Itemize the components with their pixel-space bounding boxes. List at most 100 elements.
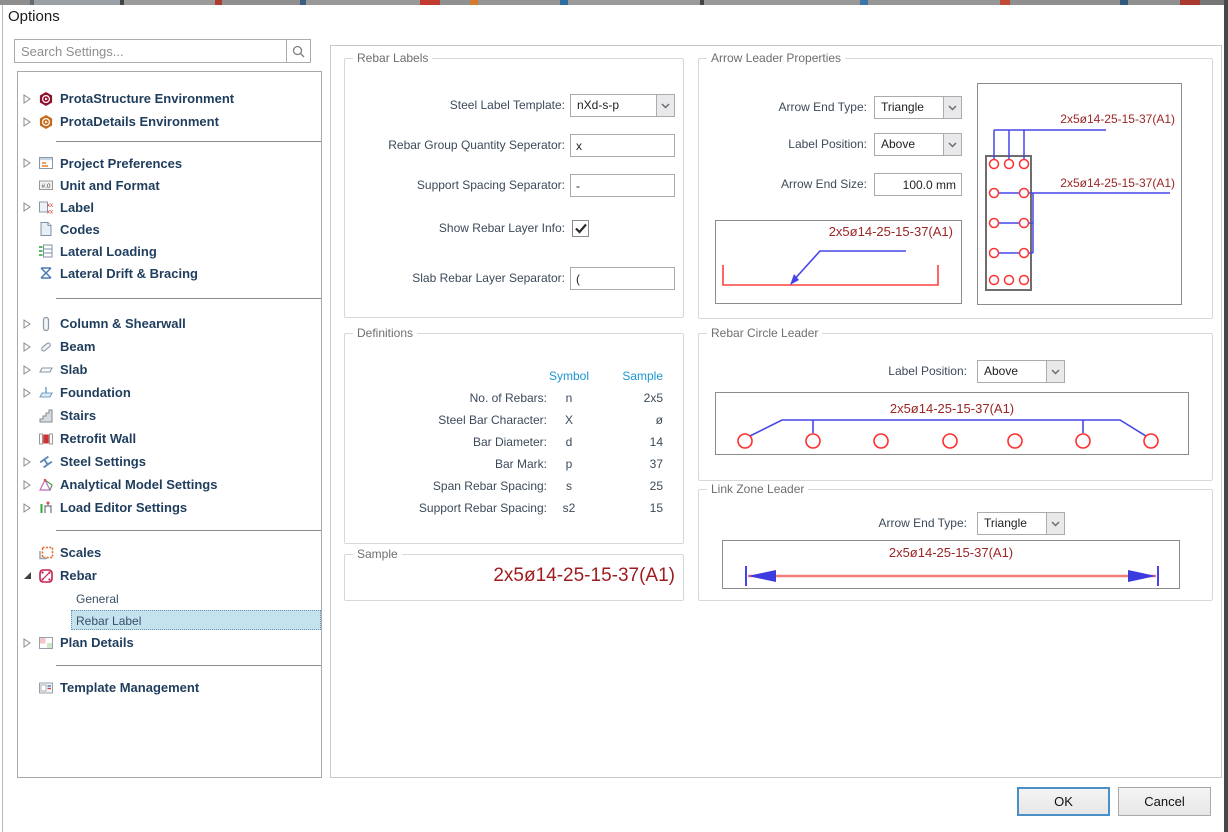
expand-arrow-icon[interactable] xyxy=(23,457,38,467)
support-spacing-separator-input[interactable] xyxy=(570,174,675,197)
steel-label-template-label: Steel Label Template: xyxy=(353,94,565,117)
slab-rebar-layer-separator-input[interactable] xyxy=(570,267,675,290)
sidebar-item-analytical-model-settings[interactable]: Analytical Model Settings xyxy=(18,473,321,496)
sidebar-item-lateral-loading[interactable]: Lateral Loading xyxy=(18,240,321,262)
expand-arrow-icon[interactable] xyxy=(23,503,38,513)
checkmark-icon xyxy=(575,223,587,234)
sidebar-item-rebar[interactable]: Rebar xyxy=(18,564,321,587)
foundation-icon xyxy=(38,385,60,401)
label-icon: xxxx xyxy=(38,199,60,215)
show-rebar-layer-info-checkbox[interactable] xyxy=(572,220,589,237)
retrofit-wall-icon xyxy=(38,431,60,447)
beam-leader-diagram: 2x5ø14-25-15-37(A1) xyxy=(715,220,962,304)
sidebar-item-column-shearwall[interactable]: Column & Shearwall xyxy=(18,312,321,335)
table-row: Bar Mark: p 37 xyxy=(355,453,663,475)
search-button[interactable] xyxy=(286,40,310,62)
sidebar-item-lateral-drift-bracing[interactable]: Lateral Drift & Bracing xyxy=(18,262,321,284)
template-management-icon xyxy=(38,680,60,696)
table-row: Support Rebar Spacing: s2 15 xyxy=(355,497,663,519)
options-dialog: Options ProtaStructure Environment Prota… xyxy=(0,0,1228,832)
sample-group: Sample 2x5ø14-25-15-37(A1) xyxy=(344,554,684,601)
background-app-sliver-top xyxy=(0,0,1228,5)
chevron-down-icon[interactable] xyxy=(656,95,674,116)
sidebar-item-scales[interactable]: Scales xyxy=(18,541,321,564)
expand-arrow-icon[interactable] xyxy=(23,319,38,329)
scales-icon xyxy=(38,545,60,561)
collapse-arrow-icon[interactable] xyxy=(23,571,38,580)
expand-arrow-icon[interactable] xyxy=(23,365,38,375)
sidebar-item-rebar-general[interactable]: General xyxy=(18,587,321,609)
selected-tree-item[interactable]: Rebar Label xyxy=(71,610,321,630)
expand-arrow-icon[interactable] xyxy=(23,117,38,127)
expand-arrow-icon[interactable] xyxy=(23,202,38,212)
lateral-drift-bracing-icon xyxy=(38,265,60,281)
slab-rebar-layer-separator-label: Slab Rebar Layer Separator: xyxy=(353,267,565,290)
table-row: Steel Bar Character: X ø xyxy=(355,409,663,431)
arrow-end-type-label: Arrow End Type: xyxy=(707,96,867,119)
circle-label-position-select[interactable]: Above xyxy=(977,360,1065,383)
quantity-separator-input[interactable] xyxy=(570,134,675,157)
column-shearwall-icon xyxy=(38,316,60,332)
expand-arrow-icon[interactable] xyxy=(23,388,38,398)
sidebar-item-retrofit-wall[interactable]: Retrofit Wall xyxy=(18,427,321,450)
sidebar-item-load-editor-settings[interactable]: Load Editor Settings xyxy=(18,496,321,519)
search-input[interactable] xyxy=(15,40,286,62)
sidebar-item-beam[interactable]: Beam xyxy=(18,335,321,358)
page-title: Options xyxy=(8,8,60,25)
link-zone-diagram: 2x5ø14-25-15-37(A1) xyxy=(722,540,1180,589)
rebar-circle-leader-group: Rebar Circle Leader Label Position: Abov… xyxy=(698,333,1213,481)
sidebar-item-slab[interactable]: Slab xyxy=(18,358,321,381)
expand-arrow-icon[interactable] xyxy=(23,94,38,104)
settings-tree: ProtaStructure Environment ProtaDetails … xyxy=(17,71,322,778)
svg-text:xx: xx xyxy=(47,210,53,216)
rebar-labels-group: Rebar Labels Steel Label Template: nXd-s… xyxy=(344,58,684,318)
chevron-down-icon[interactable] xyxy=(1046,513,1064,534)
arrow-leader-properties-group: Arrow Leader Properties Arrow End Type: … xyxy=(698,58,1213,319)
search-icon xyxy=(292,45,305,58)
steel-settings-icon xyxy=(38,454,60,470)
symbol-column-header: Symbol xyxy=(547,369,591,383)
expand-arrow-icon[interactable] xyxy=(23,480,38,490)
search-box xyxy=(14,39,311,63)
svg-text:#.0: #.0 xyxy=(41,183,50,190)
expand-arrow-icon[interactable] xyxy=(23,158,38,168)
sidebar-item-plan-details[interactable]: Plan Details xyxy=(18,631,321,654)
ok-button[interactable]: OK xyxy=(1017,787,1110,816)
steel-label-template-select[interactable]: nXd-s-p xyxy=(570,94,675,117)
sidebar-item-label[interactable]: xxxx Label xyxy=(18,196,321,218)
show-rebar-layer-info-label: Show Rebar Layer Info: xyxy=(353,217,565,240)
sidebar-item-steel-settings[interactable]: Steel Settings xyxy=(18,450,321,473)
expand-arrow-icon[interactable] xyxy=(23,638,38,648)
cancel-button[interactable]: Cancel xyxy=(1118,787,1211,816)
sidebar-item-foundation[interactable]: Foundation xyxy=(18,381,321,404)
arrow-end-size-input[interactable] xyxy=(874,173,962,196)
expand-arrow-icon[interactable] xyxy=(23,342,38,352)
analytical-model-settings-icon xyxy=(38,477,60,493)
circle-leader-diagram: 2x5ø14-25-15-37(A1) xyxy=(715,392,1189,455)
sidebar-item-template-management[interactable]: Template Management xyxy=(18,676,321,699)
arrow-end-type-select[interactable]: Triangle xyxy=(874,96,962,119)
definitions-table: Symbol Sample No. of Rebars: n 2x5 Steel… xyxy=(355,365,663,519)
table-row: Bar Diameter: d 14 xyxy=(355,431,663,453)
label-position-select[interactable]: Above xyxy=(874,133,962,156)
chevron-down-icon[interactable] xyxy=(943,97,961,118)
link-zone-arrow-end-type-label: Arrow End Type: xyxy=(707,512,967,535)
sidebar-item-codes[interactable]: Codes xyxy=(18,218,321,240)
chevron-down-icon[interactable] xyxy=(943,134,961,155)
sidebar-item-project-preferences[interactable]: Project Preferences xyxy=(18,152,321,174)
tree-separator xyxy=(18,133,321,152)
background-app-sliver-right xyxy=(1224,0,1228,832)
sidebar-item-unit-and-format[interactable]: #.0 Unit and Format xyxy=(18,174,321,196)
column-leader-diagram: 2x5ø14-25-15-37(A1) 2x5ø14-25-15-37(A1) xyxy=(977,83,1182,305)
slab-icon xyxy=(38,362,60,378)
tree-separator xyxy=(18,284,321,312)
chevron-down-icon[interactable] xyxy=(1046,361,1064,382)
load-editor-settings-icon xyxy=(38,500,60,516)
link-zone-arrow-end-type-select[interactable]: Triangle xyxy=(977,512,1065,535)
sidebar-item-stairs[interactable]: Stairs xyxy=(18,404,321,427)
link-zone-leader-group: Link Zone Leader Arrow End Type: Triangl… xyxy=(698,489,1213,601)
sidebar-item-rebar-label[interactable]: Rebar Label xyxy=(18,609,321,631)
plan-details-icon xyxy=(38,635,60,651)
sidebar-item-protadetails-environment[interactable]: ProtaDetails Environment xyxy=(18,110,321,133)
sidebar-item-protastructure-environment[interactable]: ProtaStructure Environment xyxy=(18,87,321,110)
